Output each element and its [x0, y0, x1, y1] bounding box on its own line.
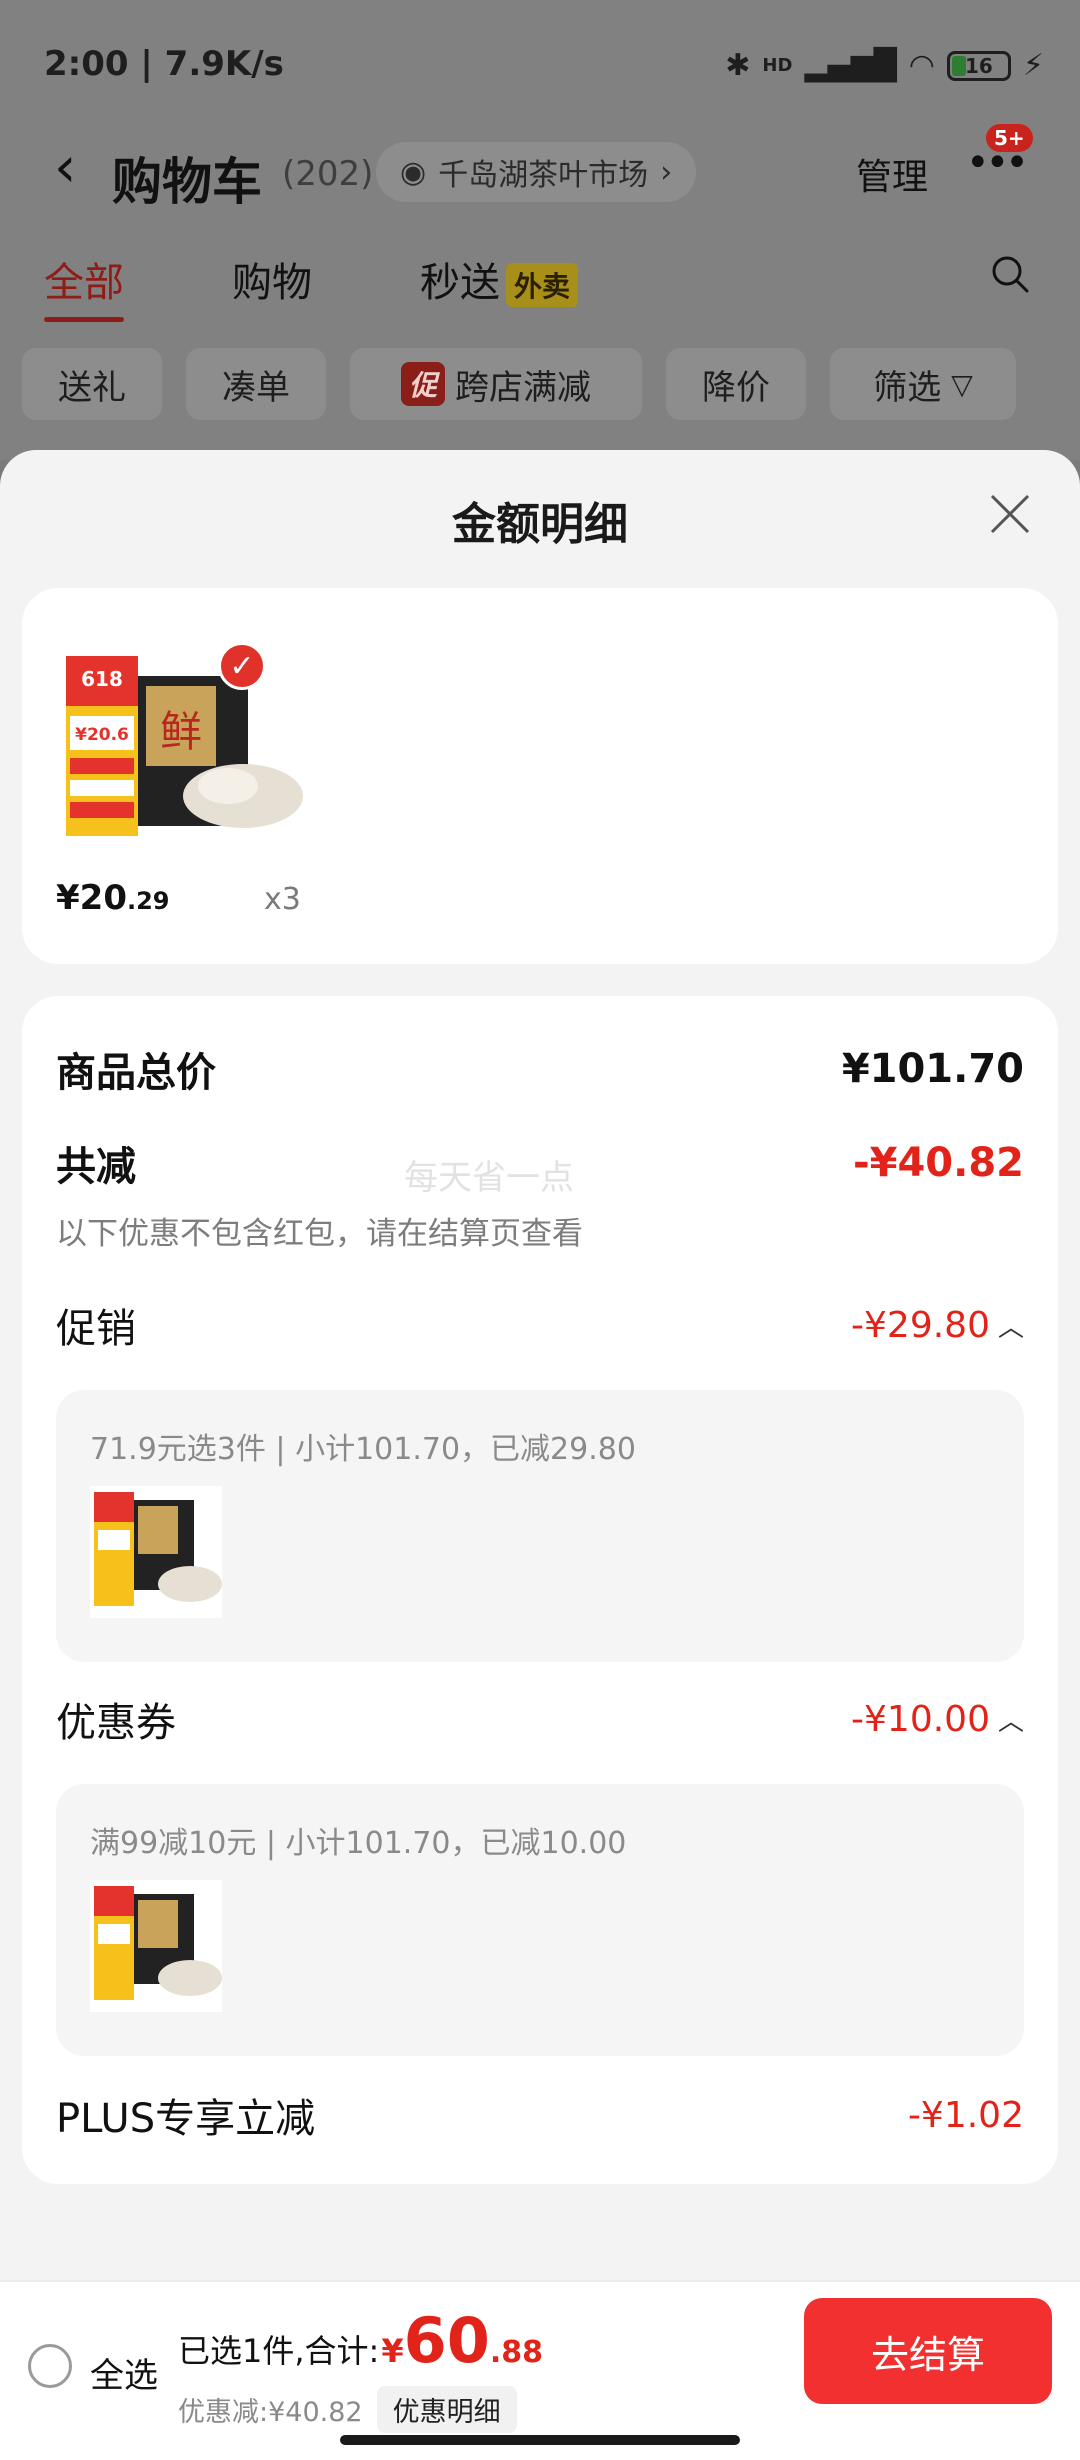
- location-chip[interactable]: ◉ 千岛湖茶叶市场 ›: [376, 142, 697, 202]
- back-arrow-icon[interactable]: ‹: [54, 140, 76, 196]
- discount-value: -¥40.82: [853, 1140, 1024, 1186]
- cart-page-background: 2:00 | 7.9K/s ✱ HD ▂▄▆█ ◠ 16 ⚡ ‹ 购物车 (20…: [0, 0, 1080, 460]
- signal-icon: ▂▄▆█: [804, 48, 897, 83]
- chevron-up-icon: ︿: [997, 1706, 1024, 1737]
- filter-screen-label: 筛选: [873, 367, 942, 408]
- tab-shopping[interactable]: 购物: [232, 250, 312, 308]
- chevron-right-icon: ›: [660, 154, 673, 190]
- brand-text: 鲜: [160, 707, 202, 756]
- select-all-label[interactable]: 全选: [90, 2348, 158, 2397]
- filter-cross-store[interactable]: 促 跨店满减: [350, 348, 642, 420]
- promo-mark: 促: [400, 362, 445, 406]
- summary-prefix: 已选1件,合计:: [178, 2332, 380, 2370]
- more-badge: 5+: [986, 124, 1033, 152]
- filter-bundle[interactable]: 凑单: [186, 348, 326, 420]
- filter-gift-label: 送礼: [58, 367, 126, 408]
- cart-title: 购物车: [112, 153, 262, 211]
- product-quantity: x3: [264, 882, 301, 917]
- product-price: ¥20.29: [56, 878, 170, 918]
- coupon-detail-text: 满99减10元 | 小计101.70，已减10.00: [90, 1826, 627, 1861]
- filter-screen[interactable]: 筛选 ▽: [830, 348, 1016, 420]
- plus-row: PLUS专享立减 -¥1.02: [56, 2086, 1024, 2144]
- tab-instant-label: 秒送: [420, 260, 500, 306]
- savings-line: 优惠减:¥40.82 优惠明细: [178, 2386, 517, 2433]
- charging-icon: ⚡: [1022, 48, 1044, 83]
- checkout-button[interactable]: 去结算: [804, 2298, 1052, 2404]
- total-amount-int: 60: [403, 2304, 490, 2377]
- manage-button[interactable]: 管理: [856, 148, 928, 200]
- promo-product-thumb: [90, 1486, 222, 1618]
- hd-label: HD: [762, 55, 793, 76]
- status-time-speed: 2:00 | 7.9K/s: [44, 44, 284, 84]
- coupon-product-thumb: [90, 1880, 222, 2012]
- checkout-bar: 全选 已选1件,合计: ¥ 60 .88 优惠减:¥40.82 优惠明细 去结算: [0, 2280, 1080, 2460]
- cart-tabs: 全部 购物 秒送 外卖: [0, 250, 1080, 330]
- tab-instant[interactable]: 秒送 外卖: [420, 250, 579, 308]
- search-icon[interactable]: [990, 254, 1030, 294]
- discount-label: 共减: [56, 1144, 136, 1190]
- tab-all[interactable]: 全部: [44, 250, 124, 322]
- coupon-value: -¥10.00: [851, 1698, 990, 1740]
- product-card: 鲜 618 ¥20.6 ✓ ¥20.29 x3: [22, 588, 1058, 964]
- product-price-int: ¥20: [56, 878, 127, 918]
- close-icon[interactable]: [986, 490, 1034, 538]
- promo-detail-box: 71.9元选3件 | 小计101.70，已减29.80: [56, 1390, 1024, 1662]
- product-price-dec: .29: [126, 887, 170, 915]
- plus-value: -¥1.02: [907, 2094, 1024, 2136]
- total-currency: ¥: [381, 2332, 404, 2370]
- promo-row[interactable]: 促销 -¥29.80 ︿: [56, 1296, 1024, 1354]
- takeout-tag: 外卖: [506, 263, 579, 307]
- promo-detail-text: 71.9元选3件 | 小计101.70，已减29.80: [90, 1432, 636, 1467]
- tag-618-text: 618: [81, 667, 123, 691]
- amount-detail-sheet: 金额明细 鲜 618 ¥20.6 ✓ ¥20.29 x3 商品总价 ¥101.7…: [0, 450, 1080, 2280]
- discount-note: 以下优惠不包含红包，请在结算页查看: [56, 1216, 583, 1252]
- battery-icon: 16: [946, 50, 1011, 81]
- promo-label: 促销: [56, 1306, 136, 1352]
- bluetooth-icon: ✱: [725, 48, 751, 83]
- total-price-value: ¥101.70: [841, 1046, 1024, 1092]
- total-summary: 已选1件,合计: ¥ 60 .88: [178, 2304, 543, 2377]
- cart-count: (202): [282, 154, 374, 194]
- discount-detail-button[interactable]: 优惠明细: [376, 2386, 517, 2433]
- promo-value-group: -¥29.80 ︿: [851, 1305, 1024, 1346]
- chevron-up-icon: ︿: [997, 1312, 1024, 1343]
- product-image[interactable]: 鲜 618 ¥20.6: [58, 646, 304, 846]
- filter-bundle-label: 凑单: [222, 367, 290, 408]
- price-tag-text: ¥20.6: [75, 725, 129, 745]
- coupon-row[interactable]: 优惠券 -¥10.00 ︿: [56, 1690, 1024, 1748]
- filter-gift[interactable]: 送礼: [22, 348, 162, 420]
- wifi-icon: ◠: [908, 48, 935, 83]
- plus-label: PLUS专享立减: [56, 2096, 316, 2142]
- filter-price-drop[interactable]: 降价: [666, 348, 806, 420]
- total-price-row: 商品总价 ¥101.70: [56, 1040, 1024, 1098]
- sheet-title: 金额明细: [452, 499, 628, 550]
- coupon-label: 优惠券: [56, 1700, 176, 1746]
- watermark-text: 每天省一点: [404, 1158, 574, 1198]
- select-all-radio[interactable]: [28, 2344, 72, 2388]
- filter-row: 送礼 凑单 促 跨店满减 降价 筛选 ▽: [0, 348, 1080, 420]
- selected-check-icon[interactable]: ✓: [218, 642, 266, 690]
- filter-cross-store-label: 跨店满减: [455, 367, 591, 408]
- status-bar: 2:00 | 7.9K/s ✱ HD ▂▄▆█ ◠ 16 ⚡: [44, 44, 1044, 94]
- location-label: 千岛湖茶叶市场: [438, 158, 649, 193]
- filter-price-drop-label: 降价: [702, 367, 770, 408]
- coupon-detail-box: 满99减10元 | 小计101.70，已减10.00: [56, 1784, 1024, 2056]
- status-icons: ✱ HD ▂▄▆█ ◠ 16 ⚡: [725, 48, 1044, 83]
- home-indicator: [340, 2435, 740, 2445]
- funnel-icon: ▽: [951, 367, 973, 401]
- savings-text: 优惠减:¥40.82: [178, 2397, 363, 2428]
- promo-value: -¥29.80: [851, 1304, 990, 1346]
- coupon-value-group: -¥10.00 ︿: [851, 1699, 1024, 1740]
- eye-icon: ◉: [400, 154, 427, 190]
- cart-header: ‹ 购物车 (202) ◉ 千岛湖茶叶市场 › 管理 ••• 5+: [0, 120, 1080, 220]
- total-price-label: 商品总价: [56, 1050, 216, 1096]
- price-detail-card: 商品总价 ¥101.70 共减 -¥40.82 每天省一点 以下优惠不包含红包，…: [22, 996, 1058, 2184]
- total-amount-dec: .88: [489, 2335, 544, 2370]
